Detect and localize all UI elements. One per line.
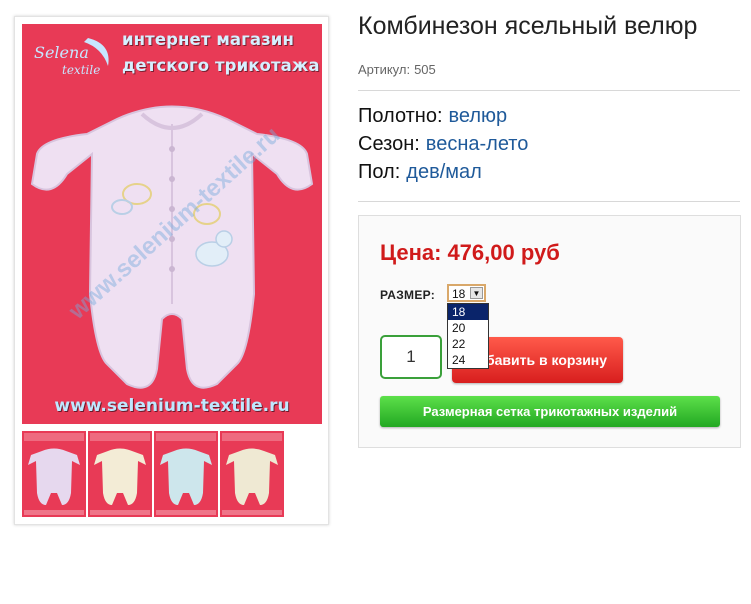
size-select[interactable]: 18 ▼	[447, 284, 486, 302]
chevron-down-icon[interactable]: ▼	[470, 287, 483, 299]
sku-value: 505	[414, 62, 436, 77]
size-option[interactable]: 18	[448, 304, 488, 320]
divider	[358, 90, 740, 91]
product-title: Комбинезон ясельный велюр	[358, 12, 698, 40]
attribute-label: Пол:	[358, 161, 401, 183]
divider	[358, 201, 740, 202]
svg-text:textile: textile	[62, 63, 100, 77]
thumbnail-3[interactable]	[154, 431, 218, 517]
attribute-season: Сезон: весна-лето	[358, 133, 528, 156]
size-option[interactable]: 24	[448, 352, 488, 368]
size-selected-value: 18	[452, 287, 466, 301]
product-gallery: Selena textile интернет магазин детского…	[14, 16, 329, 525]
attribute-value: велюр	[448, 105, 508, 127]
attribute-fabric: Полотно: велюр	[358, 105, 507, 128]
quantity-input[interactable]: 1	[380, 335, 442, 379]
price-label: Цена:	[380, 240, 442, 265]
svg-text:Selena: Selena	[34, 43, 89, 62]
buy-box: Цена: 476,00 руб РАЗМЕР: 18 ▼ 18 20 22 24…	[358, 215, 741, 448]
size-option[interactable]: 20	[448, 320, 488, 336]
brand-tagline-2: детского трикотажа	[122, 56, 320, 75]
thumbnail-1[interactable]	[22, 431, 86, 517]
product-sku: Артикул: 505	[358, 62, 436, 77]
attribute-gender: Пол: дев/мал	[358, 161, 482, 184]
main-product-photo[interactable]: Selena textile интернет магазин детского…	[22, 24, 322, 424]
sku-label: Артикул:	[358, 62, 411, 77]
size-label: РАЗМЕР:	[380, 288, 436, 302]
size-chart-button[interactable]: Размерная сетка трикотажных изделий	[380, 396, 720, 427]
attribute-value: дев/мал	[406, 161, 482, 183]
site-url: www.selenium-textile.ru	[54, 396, 290, 416]
brand-logo: Selena textile	[34, 38, 109, 77]
attribute-value: весна-лето	[425, 133, 529, 155]
thumbnail-2[interactable]	[88, 431, 152, 517]
attribute-label: Полотно:	[358, 105, 443, 127]
thumbnail-4[interactable]	[220, 431, 284, 517]
brand-tagline-1: интернет магазин	[122, 30, 294, 49]
size-option[interactable]: 22	[448, 336, 488, 352]
price: Цена: 476,00 руб	[380, 240, 560, 266]
attribute-label: Сезон:	[358, 133, 420, 155]
price-value: 476,00 руб	[447, 240, 560, 265]
size-dropdown-list: 18 20 22 24	[447, 303, 489, 369]
